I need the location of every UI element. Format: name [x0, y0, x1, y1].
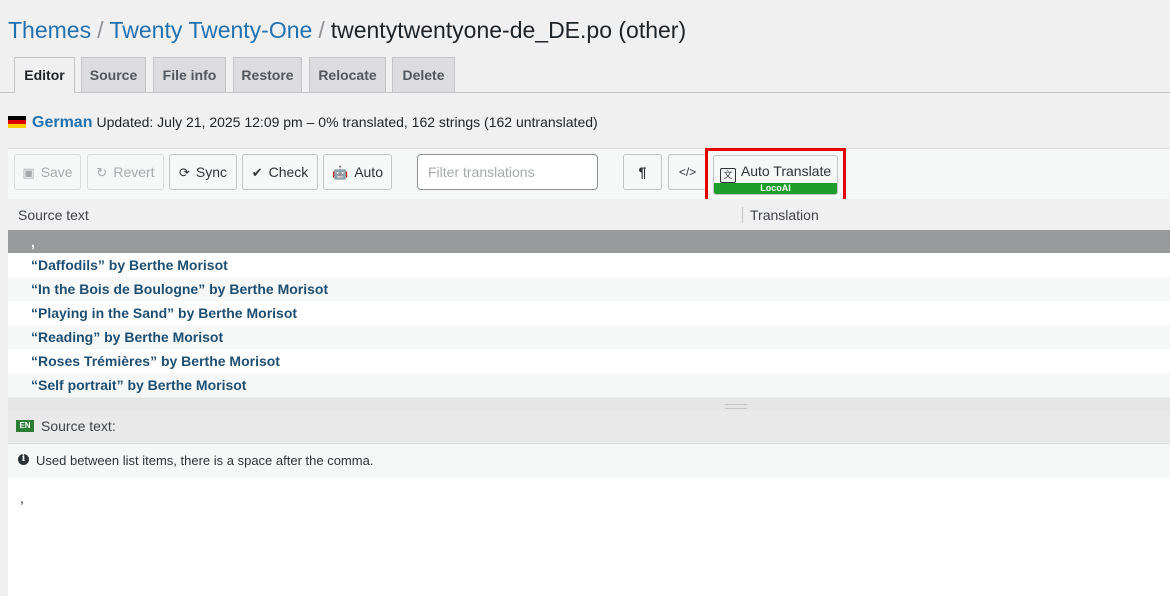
breadcrumb-current-file: twentytwentyone-de_DE.po (other) — [330, 17, 687, 43]
code-icon: </> — [678, 165, 697, 179]
auto-label: Auto — [354, 164, 383, 180]
sync-label: Sync — [195, 164, 228, 180]
german-flag-icon — [8, 116, 26, 128]
code-view-button[interactable]: </> — [668, 154, 707, 190]
info-icon: i — [18, 454, 29, 465]
row-source-text: , — [31, 234, 35, 250]
check-label: Check — [268, 164, 309, 180]
table-row[interactable]: “Reading” by Berthe Morisot — [8, 325, 1170, 349]
sync-icon: ⟳ — [178, 165, 190, 180]
column-translation[interactable]: Translation — [750, 207, 819, 223]
filter-translations-input[interactable] — [417, 154, 598, 190]
breadcrumb-separator: / — [318, 17, 325, 43]
table-row[interactable]: “Self portrait” by Berthe Morisot — [8, 373, 1170, 397]
translator-note-text: Used between list items, there is a spac… — [36, 453, 374, 468]
row-source-text: “Playing in the Sand” by Berthe Morisot — [31, 305, 298, 321]
tab-restore[interactable]: Restore — [233, 57, 302, 92]
breadcrumb: Themes / Twenty Twenty-One / twentytwentyone… — [8, 15, 686, 45]
tab-editor[interactable]: Editor — [14, 57, 75, 93]
grid-header: Source text Translation — [8, 199, 1170, 229]
column-source-text[interactable]: Source text — [18, 207, 89, 223]
row-source-text: “Reading” by Berthe Morisot — [31, 329, 224, 345]
column-divider[interactable] — [742, 207, 743, 223]
language-status-text: Updated: July 21, 2025 12:09 pm – 0% tra… — [96, 114, 598, 130]
check-button[interactable]: ✔ Check — [242, 154, 318, 190]
translator-note: i Used between list items, there is a sp… — [8, 443, 1170, 479]
table-row[interactable]: “Roses Trémières” by Berthe Morisot — [8, 349, 1170, 373]
table-row[interactable]: “Playing in the Sand” by Berthe Morisot — [8, 301, 1170, 325]
translation-list: , “Daffodils” by Berthe Morisot “In the … — [8, 230, 1170, 398]
pane-splitter[interactable] — [8, 398, 1170, 410]
tab-relocate[interactable]: Relocate — [309, 57, 386, 92]
table-row[interactable]: “In the Bois de Boulogne” by Berthe Mori… — [8, 277, 1170, 301]
language-link[interactable]: German — [32, 114, 92, 131]
revert-button[interactable]: ↻ Revert — [87, 154, 164, 190]
save-button[interactable]: ▣ Save — [14, 154, 81, 190]
breadcrumb-themes-link[interactable]: Themes — [8, 17, 91, 43]
source-text-value: , — [20, 490, 24, 506]
row-source-text: “Daffodils” by Berthe Morisot — [31, 257, 228, 273]
table-row-selected[interactable]: , — [8, 230, 1170, 253]
english-badge: EN — [16, 420, 34, 432]
save-icon: ▣ — [22, 165, 35, 180]
row-source-text: “Roses Trémières” by Berthe Morisot — [31, 353, 280, 369]
check-icon: ✔ — [251, 165, 263, 180]
save-label: Save — [40, 164, 73, 180]
language-status: German Updated: July 21, 2025 12:09 pm – … — [8, 111, 598, 134]
breadcrumb-theme-link[interactable]: Twenty Twenty-One — [109, 17, 312, 43]
row-source-text: “In the Bois de Boulogne” by Berthe Mori… — [31, 281, 329, 297]
splitter-grip-icon[interactable] — [725, 404, 747, 409]
tab-file-info[interactable]: File info — [153, 57, 226, 92]
show-invisibles-button[interactable]: ¶ — [623, 154, 662, 190]
pilcrow-icon: ¶ — [638, 164, 647, 180]
auto-button[interactable]: 🤖 Auto — [323, 154, 392, 190]
breadcrumb-separator: / — [97, 17, 104, 43]
revert-label: Revert — [113, 164, 155, 180]
highlight-box — [705, 148, 846, 204]
robot-icon: 🤖 — [332, 165, 349, 180]
revert-icon: ↻ — [96, 165, 108, 180]
tab-delete[interactable]: Delete — [392, 57, 455, 92]
source-text-box: , — [8, 478, 1170, 596]
row-source-text: “Self portrait” by Berthe Morisot — [31, 377, 247, 393]
table-row[interactable]: “Daffodils” by Berthe Morisot — [8, 253, 1170, 277]
tab-source[interactable]: Source — [81, 57, 146, 92]
sync-button[interactable]: ⟳ Sync — [169, 154, 237, 190]
source-panel-label: Source text: — [41, 418, 116, 434]
source-panel-header: EN Source text: — [8, 410, 1170, 442]
